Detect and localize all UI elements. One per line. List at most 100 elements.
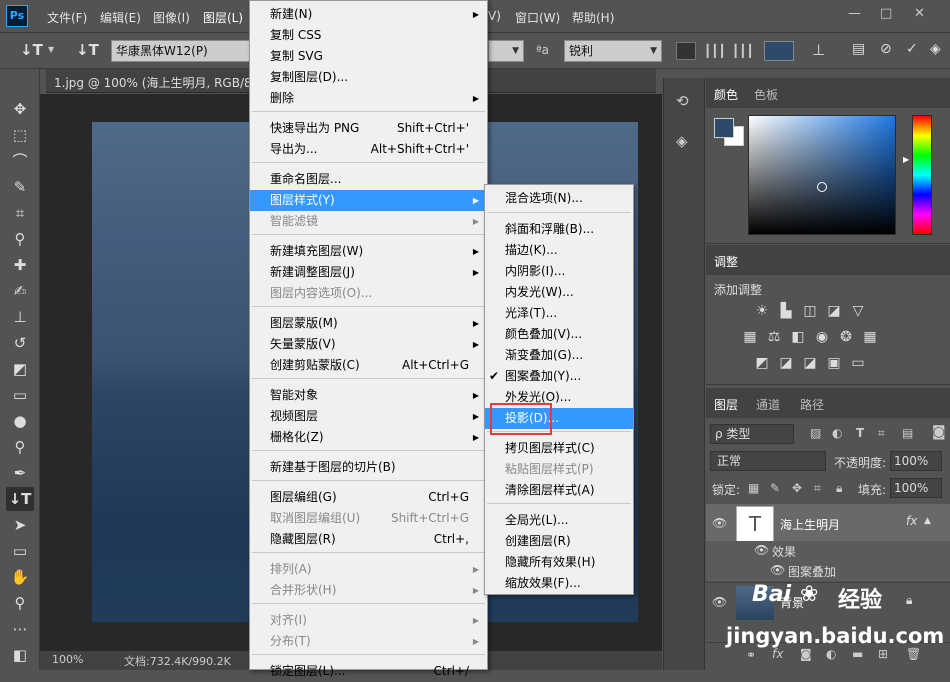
layer-menu-item[interactable]: 创建剪贴蒙版(C) Alt+Ctrl+G	[250, 355, 487, 376]
layer-style-menu-item[interactable]: 斜面和浮雕(B)...	[485, 219, 633, 240]
healing-brush-tool-icon[interactable]: ✚	[6, 253, 34, 277]
3d-panel-icon[interactable]: ◈	[676, 132, 688, 150]
filter-adjustment-icon[interactable]: ◐	[832, 426, 842, 440]
close-icon[interactable]: ✕	[914, 6, 925, 21]
lock-transparent-icon[interactable]: ▦	[748, 481, 759, 495]
lock-all-icon[interactable]: 🔒︎	[836, 481, 842, 496]
fx-icon[interactable]: fx	[906, 514, 917, 528]
link-layers-icon[interactable]: ⚭	[746, 648, 756, 662]
menu-view[interactable]: V)	[488, 9, 501, 23]
filter-toggle-icon[interactable]: ◙	[932, 424, 946, 440]
black-white-icon[interactable]: ◧	[788, 329, 808, 345]
brightness-icon[interactable]: ☀	[752, 303, 772, 319]
visibility-eye-icon[interactable]: 👁︎	[754, 543, 769, 557]
type-tool-icon[interactable]: ↓T	[6, 487, 34, 511]
layer-menu-item[interactable]: 图层编组(G) Ctrl+G	[250, 487, 487, 508]
zoom-level[interactable]: 100%	[52, 653, 83, 666]
pen-tool-icon[interactable]: ✒	[6, 461, 34, 485]
layer-menu-item[interactable]: 复制 CSS	[250, 25, 487, 46]
layer-menu-item[interactable]: 新建填充图层(W) ▶	[250, 241, 487, 262]
hue-saturation-icon[interactable]: ▦	[740, 329, 760, 345]
color-swatches-icon[interactable]: ◧	[6, 643, 34, 667]
add-mask-icon[interactable]: ◙	[800, 647, 812, 661]
antialias-select[interactable]: 锐利 ▼	[564, 40, 662, 62]
menu-layer[interactable]: 图层(L)	[203, 9, 243, 26]
effect-item-row[interactable]: 👁︎ 图案叠加	[706, 561, 950, 581]
threshold-icon[interactable]: ◪	[800, 355, 820, 371]
layer-style-menu-item[interactable]: 创建图层(R)	[485, 531, 633, 552]
layer-menu-item[interactable]: 重命名图层...	[250, 169, 487, 190]
layer-menu-item[interactable]: 快速导出为 PNG Shift+Ctrl+'	[250, 118, 487, 139]
layer-style-menu-item[interactable]: 拷贝图层样式(C)	[485, 438, 633, 459]
eyedropper-tool-icon[interactable]: ⚲	[6, 227, 34, 251]
layer-menu-item[interactable]: 新建调整图层(J) ▶	[250, 262, 487, 283]
tab-layers[interactable]: 图层	[714, 396, 738, 413]
warp-text-icon[interactable]: ⊥	[812, 41, 825, 59]
layer-row-background[interactable]: 👁︎ 背景 🔒︎	[706, 582, 950, 622]
layer-style-menu-item[interactable]: 颜色叠加(V)...	[485, 324, 633, 345]
posterize-icon[interactable]: ◪	[776, 355, 796, 371]
align-center-icon[interactable]: ┃┃┃	[704, 44, 726, 58]
layer-menu-item[interactable]: 图层蒙版(M) ▶	[250, 313, 487, 334]
exposure-icon[interactable]: ◪	[824, 303, 844, 319]
menu-file[interactable]: 文件(F)	[47, 9, 87, 26]
layer-style-menu-item[interactable]: 内发光(W)...	[485, 282, 633, 303]
color-picker-cursor[interactable]	[817, 182, 827, 192]
path-select-tool-icon[interactable]: ➤	[6, 513, 34, 537]
tab-paths[interactable]: 路径	[800, 396, 824, 413]
blur-tool-icon[interactable]: ●	[6, 409, 34, 433]
quick-select-tool-icon[interactable]: ✎	[6, 175, 34, 199]
levels-icon[interactable]: ▙	[776, 303, 796, 319]
photo-filter-icon[interactable]: ◉	[812, 329, 832, 345]
vibrance-icon[interactable]: ▽	[848, 303, 868, 319]
foreground-color-swatch[interactable]	[714, 118, 734, 138]
opacity-field[interactable]: 100%	[890, 451, 942, 471]
font-size-select[interactable]: ▼	[488, 40, 524, 62]
font-family-select[interactable]: 华康黑体W12(P)	[111, 40, 251, 62]
layer-style-menu-item[interactable]: 光泽(T)...	[485, 303, 633, 324]
text-orientation-icon[interactable]: ↓T	[76, 41, 99, 59]
invert-icon[interactable]: ◩	[752, 355, 772, 371]
align-right-icon[interactable]: ┃┃┃	[732, 44, 754, 58]
align-left-icon[interactable]	[676, 42, 696, 60]
color-picker-field[interactable]	[748, 115, 896, 235]
gradient-tool-icon[interactable]: ▭	[6, 383, 34, 407]
fill-field[interactable]: 100%	[890, 478, 942, 498]
channel-mixer-icon[interactable]: ❂	[836, 329, 856, 345]
crop-tool-icon[interactable]: ⌗	[6, 201, 34, 225]
filter-shape-icon[interactable]: ⌗	[878, 426, 885, 441]
cancel-icon[interactable]: ⊘	[880, 41, 892, 57]
layer-menu-item[interactable]: 栅格化(Z) ▶	[250, 427, 487, 448]
commit-icon[interactable]: ✓	[906, 41, 918, 57]
marquee-tool-icon[interactable]: ⬚	[6, 123, 34, 147]
layer-menu-item[interactable]: 删除 ▶	[250, 88, 487, 109]
minimize-icon[interactable]: —	[848, 6, 861, 21]
dodge-tool-icon[interactable]: ⚲	[6, 435, 34, 459]
color-lookup-icon[interactable]: ▦	[860, 329, 880, 345]
layer-menu-item[interactable]: 导出为... Alt+Shift+Ctrl+'	[250, 139, 487, 160]
stamp-tool-icon[interactable]: ⊥	[6, 305, 34, 329]
curves-icon[interactable]: ◫	[800, 303, 820, 319]
new-layer-icon[interactable]: ⊞	[878, 647, 888, 661]
filter-type-icon[interactable]: T	[856, 426, 864, 440]
visibility-eye-icon[interactable]: 👁︎	[770, 563, 785, 577]
layer-menu-item[interactable]: 新建基于图层的切片(B)	[250, 457, 487, 478]
new-group-icon[interactable]: ▬	[852, 647, 863, 661]
blend-mode-select[interactable]: 正常	[710, 451, 826, 471]
layer-style-menu-item[interactable]: 渐变叠加(G)...	[485, 345, 633, 366]
layer-menu-item[interactable]: 新建(N) ▶	[250, 4, 487, 25]
3d-icon[interactable]: ◈	[930, 41, 941, 57]
menu-help[interactable]: 帮助(H)	[572, 9, 614, 26]
history-icon[interactable]: ⟲	[676, 92, 689, 110]
layer-menu-item[interactable]: 图层样式(Y) ▶	[250, 190, 487, 211]
visibility-eye-icon[interactable]: 👁︎	[712, 595, 727, 609]
filter-pixel-icon[interactable]: ▨	[810, 426, 821, 440]
layer-style-menu-item[interactable]: ✔ 图案叠加(Y)...	[485, 366, 633, 387]
layer-name[interactable]: 海上生明月	[780, 516, 840, 533]
delete-layer-icon[interactable]: 🗑︎	[906, 647, 921, 661]
tab-swatches[interactable]: 色板	[754, 86, 778, 103]
lasso-tool-icon[interactable]: ⌒	[6, 149, 34, 173]
move-tool-icon[interactable]: ✥	[6, 97, 34, 121]
layer-style-menu-item[interactable]: 混合选项(N)...	[485, 188, 633, 209]
maximize-icon[interactable]: □	[880, 6, 892, 21]
